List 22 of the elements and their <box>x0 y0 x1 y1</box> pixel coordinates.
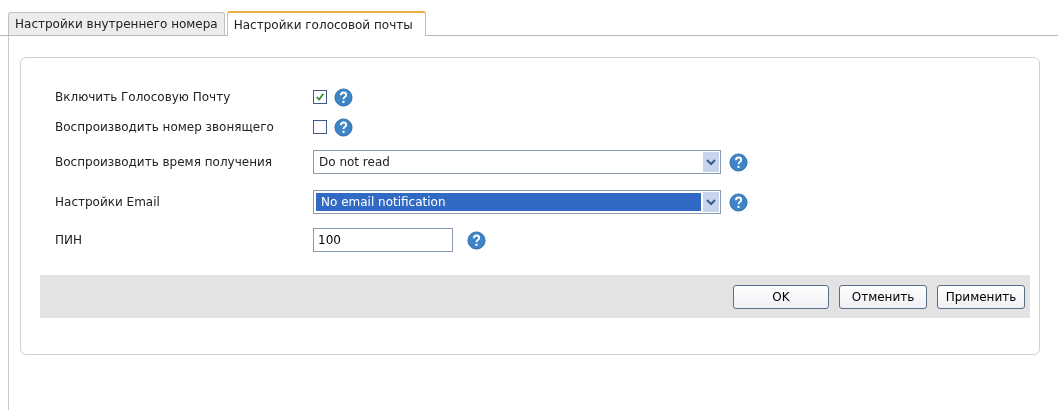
tab[interactable]: Настройки внутреннего номера <box>8 12 225 35</box>
dropdown[interactable]: No email notification <box>313 190 721 214</box>
caret-icon[interactable] <box>703 192 719 212</box>
checkbox[interactable] <box>313 120 327 134</box>
dialog-button[interactable]: Отменить <box>839 284 927 309</box>
help-icon[interactable] <box>729 192 748 212</box>
help-icon[interactable] <box>334 87 353 107</box>
tab[interactable]: Настройки голосовой почты <box>226 11 426 36</box>
field-label: ПИН <box>54 233 84 247</box>
caret-icon[interactable] <box>703 152 719 172</box>
help-icon[interactable] <box>729 152 748 172</box>
field-label: Воспроизводить номер звонящего <box>54 120 275 134</box>
help-icon[interactable] <box>467 230 486 250</box>
pin-field[interactable]: 100 <box>313 228 453 252</box>
dialog-button[interactable]: OK <box>733 284 829 309</box>
field-label: Настройки Email <box>54 195 161 209</box>
help-icon[interactable] <box>334 117 353 137</box>
checkbox[interactable] <box>313 90 327 104</box>
field-label: Воспроизводить время получения <box>54 155 273 169</box>
dialog-button[interactable]: Применить <box>937 284 1025 309</box>
field-label: Включить Голосовую Почту <box>54 90 232 104</box>
dropdown[interactable]: Do not read <box>313 150 721 174</box>
